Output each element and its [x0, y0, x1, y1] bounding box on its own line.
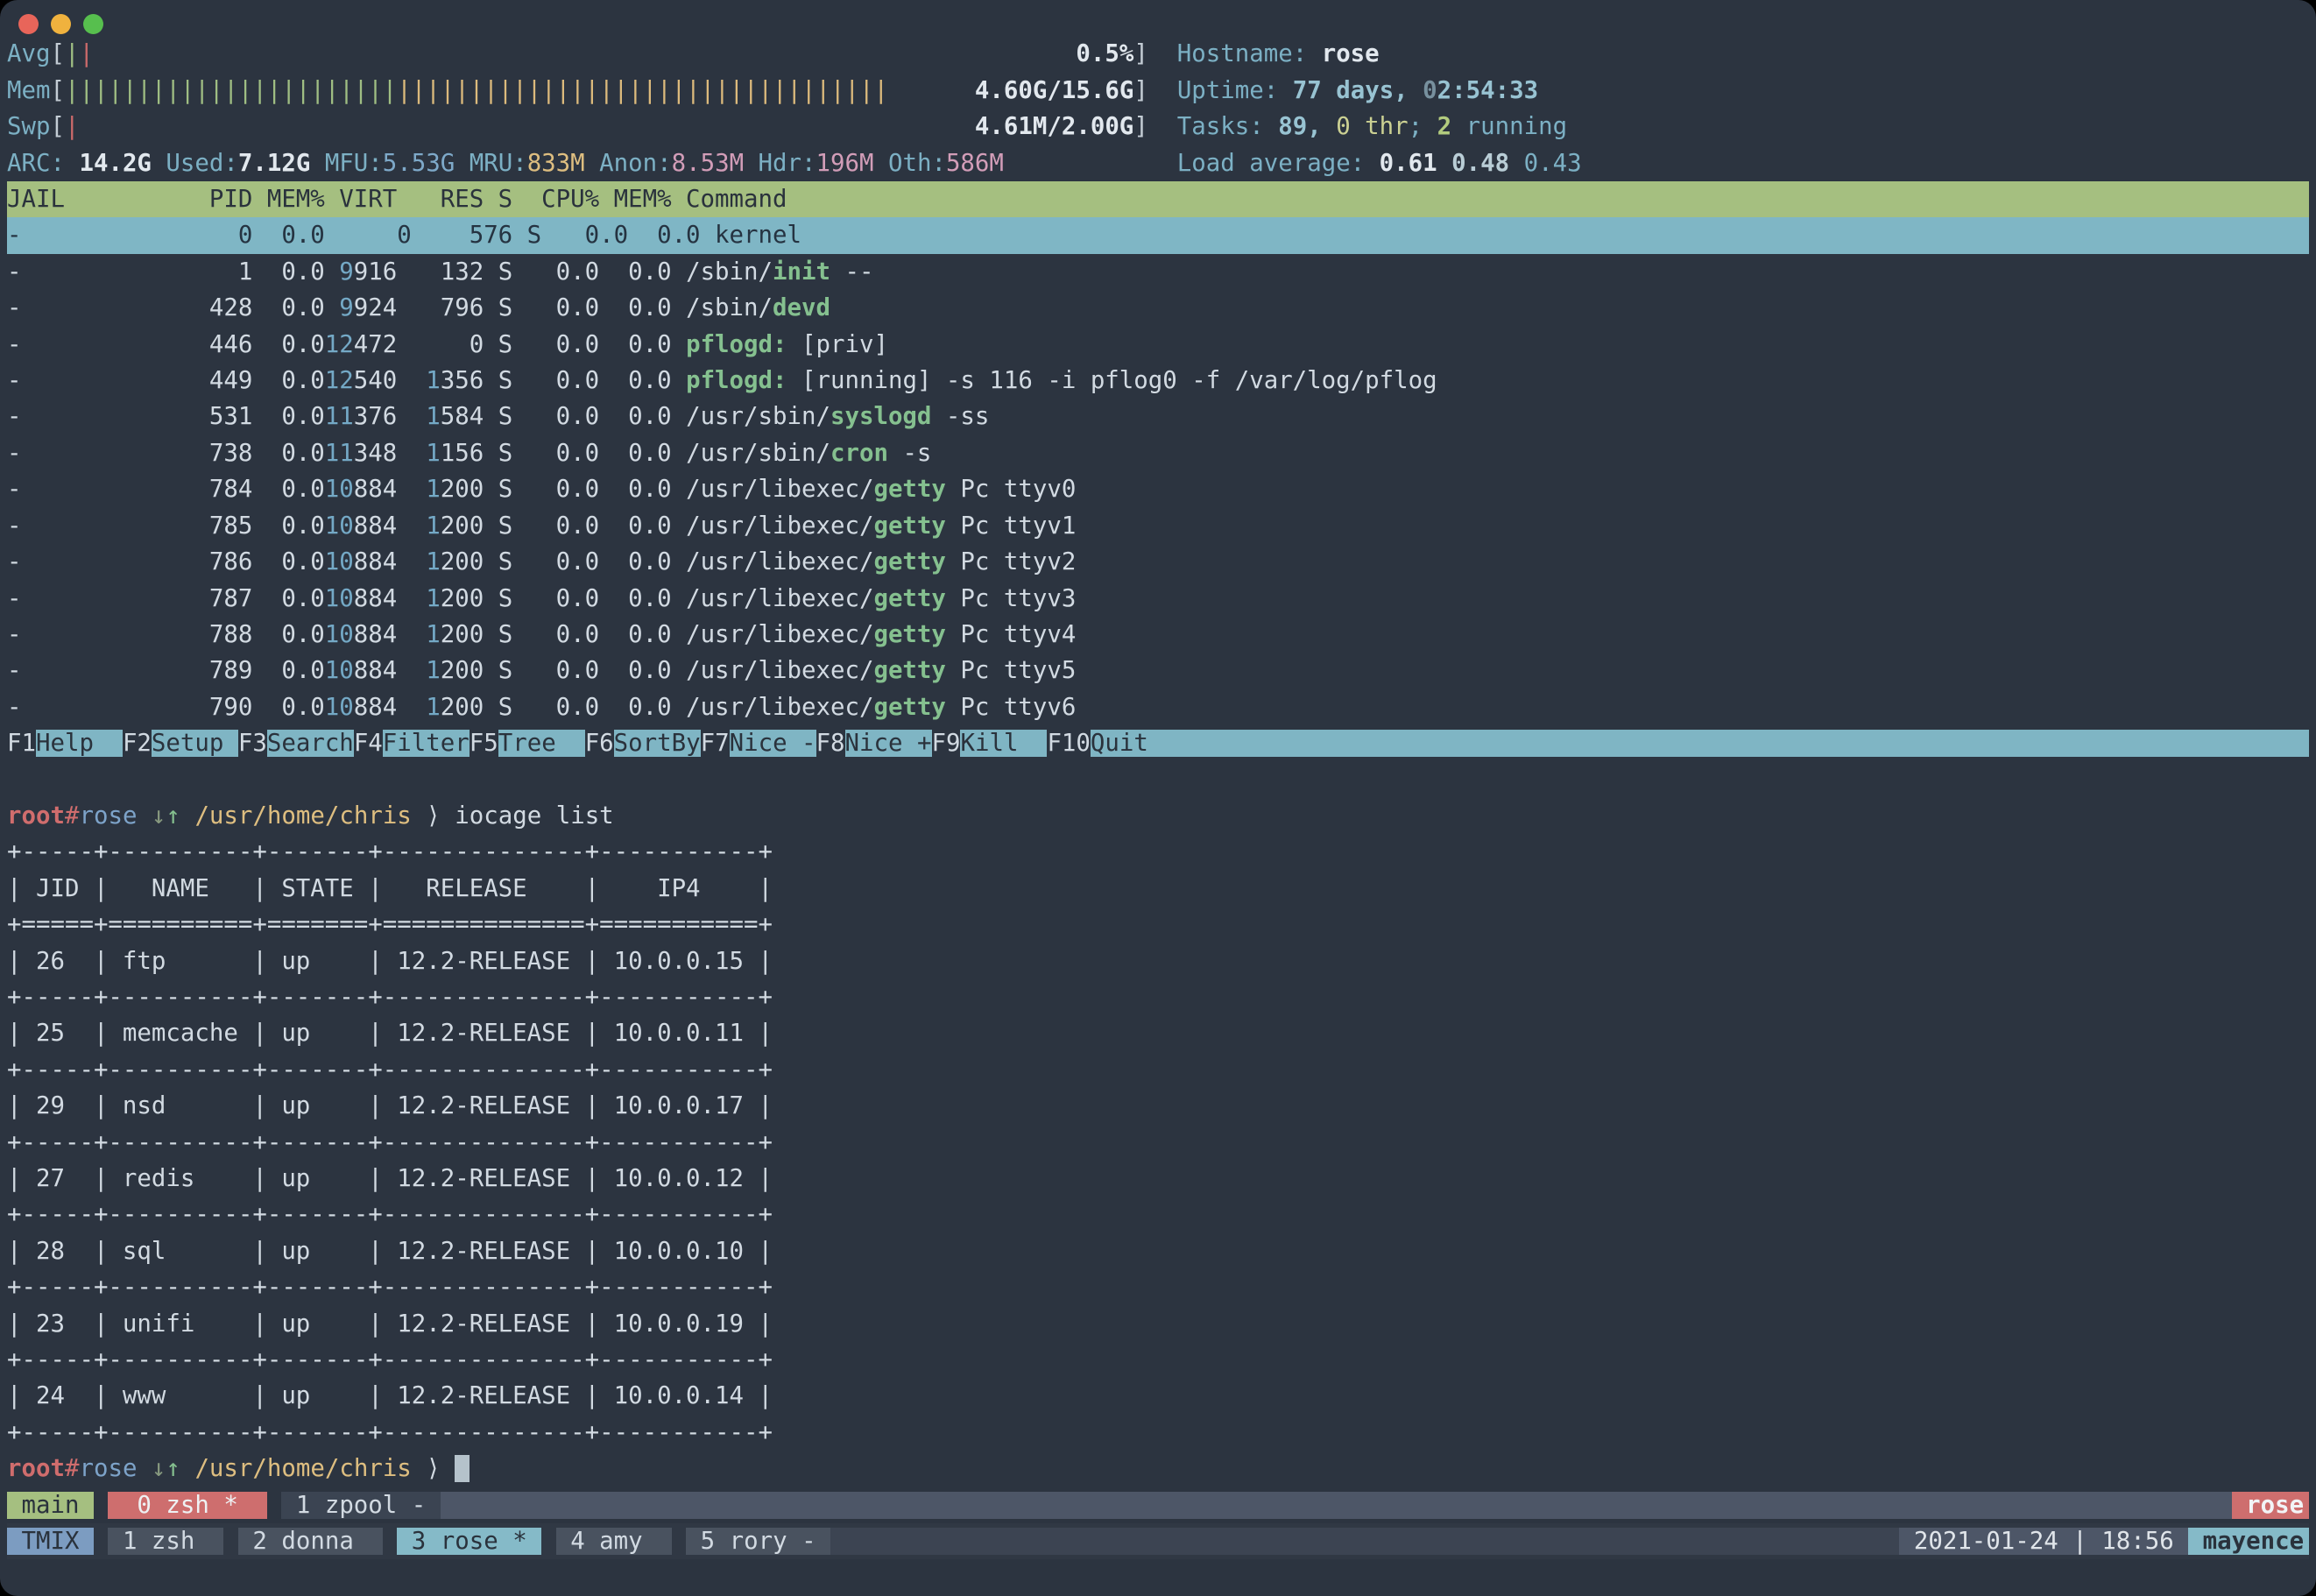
iocage-border: +-----+----------+-------+--------------… [7, 1125, 2309, 1161]
prompt-line-2: root#rose ↓↑ /usr/home/chris ⟩ [7, 1451, 2309, 1487]
prompt-line-1: root#rose ↓↑ /usr/home/chris ⟩ iocage li… [7, 798, 2309, 834]
tmux-status-inner: main 0 zsh * 1 zpool - rose [7, 1487, 2309, 1523]
terminal-window: Avg[|| 0.5%] Hostname: roseMem[|||||||||… [0, 0, 2316, 1596]
meter-swp: Swp[| 4.61M/2.00G] Tasks: 89, 0 thr; 2 r… [7, 109, 2309, 145]
iocage-border: +-----+----------+-------+--------------… [7, 1342, 2309, 1378]
process-row-784[interactable]: - 784 0.010884 1200 S 0.0 0.0 /usr/libex… [7, 471, 2309, 507]
tmux-window-1-zsh[interactable]: 1 zsh [108, 1528, 223, 1555]
fkey-sortby[interactable]: SortBy [614, 730, 701, 757]
tmux-window-3-rose[interactable]: 3 rose * [397, 1528, 541, 1555]
minimize-button[interactable] [51, 14, 71, 34]
iocage-border-bottom: +-----+----------+-------+--------------… [7, 1415, 2309, 1451]
fkey-nice-plus[interactable]: Nice + [845, 730, 932, 757]
process-row-446[interactable]: - 446 0.012472 0 S 0.0 0.0 pflogd: [priv… [7, 327, 2309, 363]
close-button[interactable] [18, 14, 39, 34]
process-row-449[interactable]: - 449 0.012540 1356 S 0.0 0.0 pflogd: [r… [7, 363, 2309, 399]
process-row-738[interactable]: - 738 0.011348 1156 S 0.0 0.0 /usr/sbin/… [7, 435, 2309, 471]
prompt-user: root [7, 802, 65, 830]
prompt-host: rose [79, 1455, 137, 1482]
process-row-kernel[interactable]: - 0 0.0 0 576 S 0.0 0.0 kernel [7, 217, 2309, 253]
meter-mem: Mem[||||||||||||||||||||||||||||||||||||… [7, 73, 2309, 109]
iocage-border-head: +=====+==========+=======+==============… [7, 907, 2309, 943]
load-label: Load average: [1177, 150, 1380, 177]
hostname-label: Hostname: [1177, 40, 1322, 67]
prompt-cwd: /usr/home/chris [194, 802, 411, 830]
process-table-header: JAIL PID MEM% VIRT RES S CPU% MEM% Comma… [7, 181, 2309, 217]
process-row-531[interactable]: - 531 0.011376 1584 S 0.0 0.0 /usr/sbin/… [7, 399, 2309, 434]
prompt-host: rose [79, 802, 137, 830]
fkey-search[interactable]: Search [267, 730, 354, 757]
fkey-nice-minus[interactable]: Nice - [730, 730, 816, 757]
iocage-header: | JID | NAME | STATE | RELEASE | IP4 | [7, 871, 2309, 907]
tmux-window-4-amy[interactable]: 4 amy [556, 1528, 672, 1555]
fkey-kill[interactable]: Kill [960, 730, 1047, 757]
uptime-label: Uptime: [1177, 77, 1293, 104]
down-arrow-icon: ↓ [152, 802, 166, 830]
iocage-border-top: +-----+----------+-------+--------------… [7, 834, 2309, 870]
prompt-user: root [7, 1455, 65, 1482]
iocage-row-nsd: | 29 | nsd | up | 12.2-RELEASE | 10.0.0.… [7, 1088, 2309, 1124]
bottom-padding-row [7, 1559, 2309, 1595]
tmux-window-0-zsh[interactable]: 0 zsh * [108, 1492, 266, 1519]
process-row-428[interactable]: - 428 0.0 9924 796 S 0.0 0.0 /sbin/devd [7, 290, 2309, 326]
blank-row [7, 762, 2309, 798]
iocage-row-sql: | 28 | sql | up | 12.2-RELEASE | 10.0.0.… [7, 1233, 2309, 1269]
tmux-session-tmix[interactable]: TMIX [7, 1528, 94, 1555]
fkey-filter[interactable]: Filter [383, 730, 470, 757]
iocage-row-redis: | 27 | redis | up | 12.2-RELEASE | 10.0.… [7, 1161, 2309, 1197]
process-row-789[interactable]: - 789 0.010884 1200 S 0.0 0.0 /usr/libex… [7, 653, 2309, 689]
terminal-screen: Avg[|| 0.5%] Hostname: roseMem[|||||||||… [0, 0, 2316, 1596]
process-row-786[interactable]: - 786 0.010884 1200 S 0.0 0.0 /usr/libex… [7, 544, 2309, 580]
fkey-quit[interactable]: Quit [1091, 730, 1148, 757]
iocage-row-www: | 24 | www | up | 12.2-RELEASE | 10.0.0.… [7, 1378, 2309, 1414]
tmux-hostname-badge: rose [2232, 1492, 2309, 1519]
up-arrow-icon: ↑ [166, 802, 180, 830]
iocage-border: +-----+----------+-------+--------------… [7, 1197, 2309, 1232]
iocage-row-ftp: | 26 | ftp | up | 12.2-RELEASE | 10.0.0.… [7, 943, 2309, 979]
fkey-bar: F1Help F2Setup F3SearchF4FilterF5Tree F6… [7, 725, 2309, 761]
process-row-1[interactable]: - 1 0.0 9916 132 S 0.0 0.0 /sbin/init -- [7, 254, 2309, 290]
fkey-setup[interactable]: Setup [152, 730, 238, 757]
tmux-window-2-donna[interactable]: 2 donna [238, 1528, 383, 1555]
fkey-tree[interactable]: Tree [498, 730, 585, 757]
tmux-session-main[interactable]: main [7, 1492, 94, 1519]
process-row-788[interactable]: - 788 0.010884 1200 S 0.0 0.0 /usr/libex… [7, 617, 2309, 653]
prompt-cwd: /usr/home/chris [194, 1455, 411, 1482]
tasks-label: Tasks: [1177, 113, 1278, 140]
window-controls [18, 14, 103, 34]
process-row-790[interactable]: - 790 0.010884 1200 S 0.0 0.0 /usr/libex… [7, 689, 2309, 725]
hostname-value: rose [1322, 40, 1380, 67]
arc-stats: ARC: 14.2G Used:7.12G MFU:5.53G MRU:833M… [7, 145, 2309, 181]
iocage-border: +-----+----------+-------+--------------… [7, 1052, 2309, 1088]
meter-avg: Avg[|| 0.5%] Hostname: rose [7, 36, 2309, 72]
iocage-row-memcache: | 25 | memcache | up | 12.2-RELEASE | 10… [7, 1015, 2309, 1051]
cursor[interactable] [455, 1455, 470, 1482]
titlebar-row [7, 0, 2309, 36]
fkey-help[interactable]: Help [36, 730, 123, 757]
tmux-datetime: 2021-01-24 | 18:56 [1899, 1528, 2188, 1555]
tmux-status-outer: TMIX 1 zsh 2 donna 3 rose * 4 amy 5 rory… [7, 1523, 2309, 1559]
tmux-window-1-zpool[interactable]: 1 zpool - [281, 1492, 440, 1519]
iocage-border: +-----+----------+-------+--------------… [7, 979, 2309, 1015]
iocage-row-unifi: | 23 | unifi | up | 12.2-RELEASE | 10.0.… [7, 1306, 2309, 1342]
process-row-785[interactable]: - 785 0.010884 1200 S 0.0 0.0 /usr/libex… [7, 508, 2309, 544]
process-row-787[interactable]: - 787 0.010884 1200 S 0.0 0.0 /usr/libex… [7, 581, 2309, 617]
iocage-border: +-----+----------+-------+--------------… [7, 1269, 2309, 1305]
tmux-client-mayence: mayence [2188, 1528, 2309, 1555]
down-arrow-icon: ↓ [152, 1455, 166, 1482]
tmux-window-5-rory[interactable]: 5 rory - [686, 1528, 830, 1555]
up-arrow-icon: ↑ [166, 1455, 180, 1482]
zoom-button[interactable] [83, 14, 103, 34]
command-text: iocage list [455, 802, 613, 830]
